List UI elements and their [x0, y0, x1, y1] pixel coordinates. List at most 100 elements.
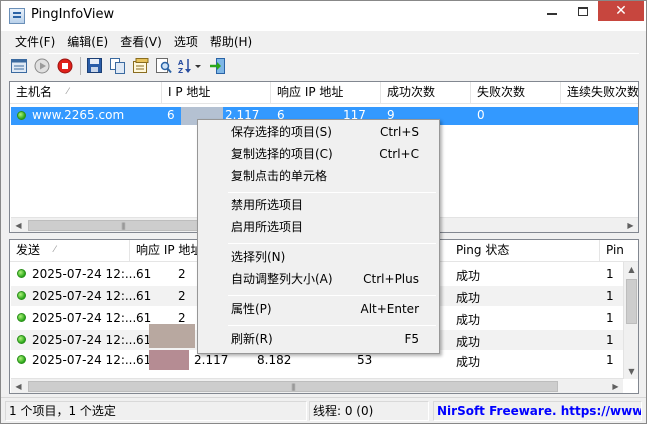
menu-label: 复制选择的项目(C) [231, 147, 333, 161]
menu-save-selected[interactable]: 保存选择的项目(S) Ctrl+S [200, 122, 437, 143]
sort-indicator-icon: ⁄ [54, 245, 56, 255]
fail-count: 0 [477, 108, 485, 122]
nirsoft-link[interactable]: NirSoft Freeware. https://www.nirsoft.ne… [433, 401, 642, 421]
menu-choose-columns[interactable]: 选择列(N) [200, 247, 437, 268]
status-bar: 1 个项目，1 个选定 线程: 0 (0) NirSoft Freeware. … [1, 397, 646, 423]
menu-label: 自动调整列大小(A) [231, 272, 333, 286]
title-bar[interactable]: PingInfoView ✕ [1, 1, 646, 31]
svg-text:Z: Z [178, 67, 183, 74]
exit-icon[interactable] [207, 57, 226, 75]
scroll-thumb[interactable] [626, 279, 637, 324]
ping-value: 1 [606, 311, 614, 325]
scroll-left-icon[interactable]: ◀ [11, 379, 26, 393]
response-time: 8.182 [257, 353, 292, 367]
status-threads: 线程: 0 (0) [309, 401, 429, 421]
menu-separator [228, 295, 436, 296]
scroll-right-icon[interactable]: ▶ [608, 379, 623, 393]
menu-refresh[interactable]: 刷新(R) F5 [200, 329, 437, 350]
menu-shortcut: Ctrl+Plus [363, 272, 419, 286]
properties-icon[interactable] [131, 57, 150, 75]
menu-separator [228, 243, 436, 244]
menu-properties[interactable]: 属性(P) Alt+Enter [200, 299, 437, 320]
response-ip-tail: 2 [178, 289, 186, 303]
ping-status: 成功 [456, 291, 481, 305]
response-ip-tail: 2 [178, 311, 186, 325]
column-fail-count[interactable]: 失败次数 [471, 82, 561, 104]
column-ip[interactable]: I P 地址 [162, 82, 271, 104]
close-icon: ✕ [615, 3, 627, 19]
sort-icon[interactable]: AZ [177, 57, 203, 75]
response-ip: 61 [136, 267, 152, 281]
minimize-button[interactable] [536, 1, 567, 21]
stop-icon[interactable] [55, 57, 74, 75]
status-ok-icon [17, 291, 26, 300]
scroll-right-icon[interactable]: ▶ [623, 218, 638, 232]
options-icon[interactable] [9, 57, 28, 75]
status-ok-icon [17, 313, 26, 322]
ping-value: 1 [606, 353, 614, 367]
menu-bar: 文件(F) 编辑(E) 查看(V) 选项 帮助(H) [9, 31, 639, 51]
sent-time: 2025-07-24 12:... [32, 267, 137, 281]
ping-status: 成功 [456, 355, 481, 369]
ping-value: 1 [606, 267, 614, 281]
scroll-thumb[interactable]: ||| [28, 381, 558, 392]
scroll-left-icon[interactable]: ◀ [11, 218, 26, 232]
menu-copy-selected[interactable]: 复制选择的项目(C) Ctrl+C [200, 144, 437, 165]
status-items: 1 个项目，1 个选定 [5, 401, 307, 421]
start-icon[interactable] [32, 57, 51, 75]
close-button[interactable]: ✕ [598, 1, 644, 21]
ping-value: 1 [606, 289, 614, 303]
window-title: PingInfoView [31, 7, 115, 22]
column-ping[interactable]: Pin [600, 240, 638, 262]
column-success-count[interactable]: 成功次数 [381, 82, 471, 104]
host-name: www.2265.com [32, 108, 125, 122]
menu-help[interactable]: 帮助(H) [204, 31, 258, 51]
menu-label: 属性(P) [231, 302, 272, 316]
menu-label: 禁用所选项目 [231, 198, 304, 212]
column-response-ip[interactable]: 响应 IP 地址 [271, 82, 381, 104]
redaction-block [149, 324, 195, 348]
column-ping-status[interactable]: Ping 状态 [450, 240, 600, 262]
sent-time: 2025-07-24 12:... [32, 353, 137, 367]
menu-disable-selected[interactable]: 禁用所选项目 [200, 195, 437, 216]
status-ok-icon [17, 111, 26, 120]
maximize-button[interactable] [567, 1, 598, 21]
ping-status: 成功 [456, 269, 481, 283]
menu-label: 选择列(N) [231, 250, 286, 264]
menu-copy-cell[interactable]: 复制点击的单元格 [200, 166, 437, 187]
column-hostname[interactable]: 主机名 ⁄ [10, 82, 162, 104]
menu-enable-selected[interactable]: 启用所选项目 [200, 217, 437, 238]
scroll-down-icon[interactable]: ▼ [624, 364, 638, 379]
menu-options[interactable]: 选项 [168, 31, 204, 51]
menu-shortcut: F5 [404, 332, 419, 346]
history-hscrollbar[interactable]: ◀ ||| ▶ [11, 378, 623, 393]
history-vscrollbar[interactable]: ▲ ▼ [623, 262, 638, 379]
menu-label: 复制点击的单元格 [231, 169, 328, 183]
find-icon[interactable] [154, 57, 173, 75]
menu-file[interactable]: 文件(F) [9, 31, 61, 51]
scroll-thumb[interactable]: ||| [28, 220, 218, 231]
sent-time: 2025-07-24 12:... [32, 289, 137, 303]
menu-shortcut: Ctrl+C [379, 147, 419, 161]
menu-separator [228, 192, 436, 193]
menu-separator [228, 325, 436, 326]
svg-text:A: A [178, 59, 184, 67]
response-ip-tail: 2.117 [194, 353, 229, 367]
save-icon[interactable] [85, 57, 104, 75]
redaction-block [149, 350, 189, 370]
menu-edit[interactable]: 编辑(E) [61, 31, 114, 51]
minimize-icon [546, 13, 557, 15]
host-ip-prefix: 6 [167, 108, 175, 122]
context-menu: 保存选择的项目(S) Ctrl+S 复制选择的项目(C) Ctrl+C 复制点击… [197, 119, 440, 354]
scroll-up-icon[interactable]: ▲ [624, 262, 638, 277]
menu-view[interactable]: 查看(V) [114, 31, 168, 51]
response-ip-tail: 2 [178, 267, 186, 281]
menu-label: 保存选择的项目(S) [231, 125, 332, 139]
menu-auto-size-columns[interactable]: 自动调整列大小(A) Ctrl+Plus [200, 269, 437, 290]
status-ok-icon [17, 355, 26, 364]
menu-shortcut: Ctrl+S [379, 125, 419, 139]
response-ip: 61 [136, 289, 152, 303]
column-consecutive-fail[interactable]: 连续失败次数 [561, 82, 638, 104]
copy-icon[interactable] [108, 57, 127, 75]
column-sent[interactable]: 发送 ⁄ [10, 240, 130, 262]
